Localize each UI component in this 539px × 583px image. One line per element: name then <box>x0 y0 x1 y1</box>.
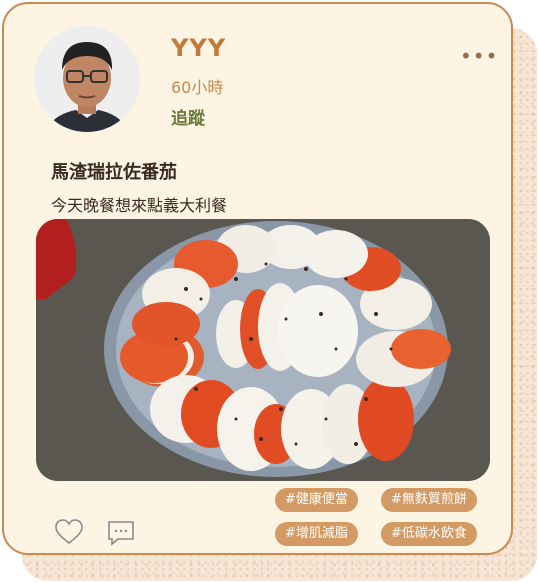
avatar-image <box>34 26 140 132</box>
tag-low-carb-diet[interactable]: #低碳水飲食 <box>381 522 477 546</box>
more-icon[interactable]: ••• <box>460 46 497 66</box>
caprese-photo <box>36 219 490 481</box>
comment-icon[interactable] <box>106 519 136 551</box>
follow-button[interactable]: 追蹤 <box>171 104 205 129</box>
avatar[interactable] <box>34 26 140 132</box>
post-card: YYY 60小時 追蹤 ••• 馬渣瑞拉佐番茄 今天晚餐想來點義大利餐 #健康便… <box>2 2 513 555</box>
post-photo[interactable] <box>36 219 490 481</box>
tag-healthy-bento[interactable]: #健康便當 <box>275 488 358 512</box>
post-description: 今天晚餐想來點義大利餐 <box>51 196 228 215</box>
tag-gluten-free-pancake[interactable]: #無麩質煎餅 <box>381 488 477 512</box>
username[interactable]: YYY <box>171 34 226 62</box>
post-time: 60小時 <box>171 78 224 97</box>
post-title: 馬渣瑞拉佐番茄 <box>51 162 177 183</box>
heart-icon[interactable] <box>54 518 84 550</box>
tag-muscle-fat-loss[interactable]: #增肌減脂 <box>275 522 358 546</box>
